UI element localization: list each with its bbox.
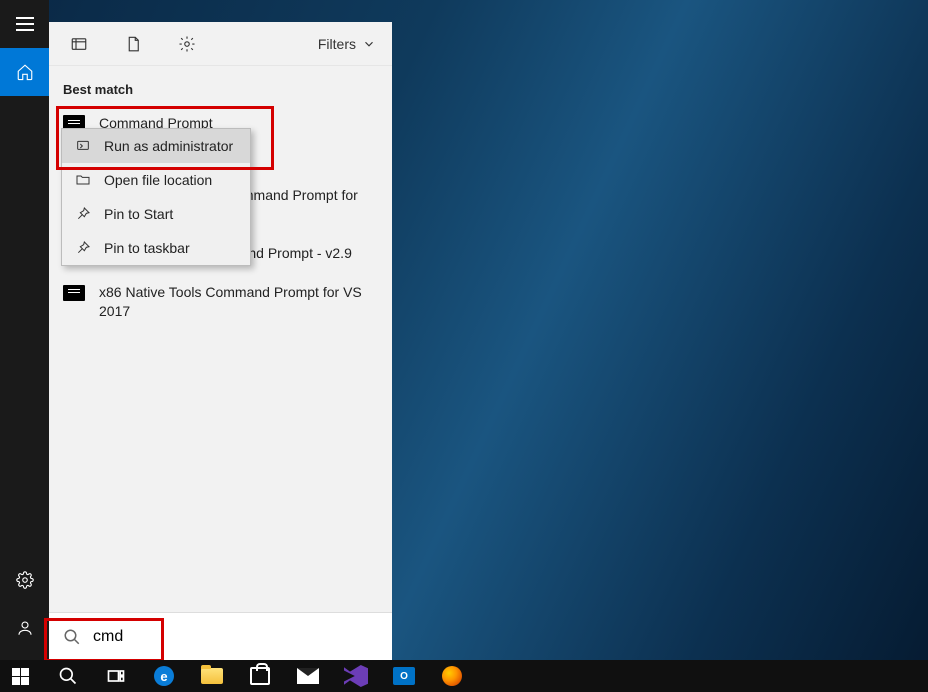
outlook-icon: O [393,667,415,685]
rail-settings-button[interactable] [0,556,49,604]
taskbar-visual-studio[interactable] [342,662,370,690]
person-icon [16,619,34,637]
chevron-down-icon [362,37,376,51]
taskbar-search-button[interactable] [54,662,82,690]
task-view-button[interactable] [102,662,130,690]
taskbar-file-explorer[interactable] [198,662,226,690]
home-icon [16,63,34,81]
menu-button[interactable] [0,0,49,48]
taskbar-outlook[interactable]: O [390,662,418,690]
home-button[interactable] [0,48,49,96]
apps-category-button[interactable] [61,26,97,62]
settings-category-button[interactable] [169,26,205,62]
folder-icon [74,171,92,189]
filters-dropdown[interactable]: Filters [314,36,380,52]
best-match-heading: Best match [49,74,392,107]
ctx-open-file-location[interactable]: Open file location [62,163,250,197]
folder-icon [201,668,223,684]
ctx-pin-to-start[interactable]: Pin to Start [62,197,250,231]
taskbar-mail[interactable] [294,662,322,690]
shield-icon [74,137,92,155]
windows-logo-icon [12,668,29,685]
pin-icon [74,239,92,257]
store-icon [250,667,270,685]
filters-label: Filters [318,36,356,52]
search-icon [63,628,81,646]
context-menu: Run as administrator Open file location … [61,128,251,266]
app-grid-icon [70,35,88,53]
gear-icon [178,35,196,53]
cortana-left-rail [0,0,49,660]
mail-icon [297,668,319,684]
task-view-icon [106,666,126,686]
search-query-text: cmd [93,628,123,646]
app-result[interactable]: x86 Native Tools Command Prompt for VS 2… [49,273,392,331]
pin-icon [74,205,92,223]
taskbar: e O [0,660,928,692]
document-icon [124,35,142,53]
taskbar-store[interactable] [246,662,274,690]
panel-toolbar: Filters [49,22,392,66]
ctx-pin-to-taskbar[interactable]: Pin to taskbar [62,231,250,265]
ctx-run-as-admin[interactable]: Run as administrator [62,129,250,163]
cmd-icon [63,285,85,301]
documents-category-button[interactable] [115,26,151,62]
taskbar-firefox[interactable] [438,662,466,690]
search-box[interactable]: cmd [49,612,392,660]
rail-account-button[interactable] [0,604,49,652]
taskbar-edge[interactable]: e [150,662,178,690]
firefox-icon [442,666,462,686]
gear-icon [16,571,34,589]
visual-studio-icon [344,665,368,687]
search-icon [58,666,78,686]
start-button[interactable] [6,662,34,690]
search-results-panel: Filters Best match Command Prompt Apps C… [49,22,392,660]
edge-icon: e [154,666,174,686]
